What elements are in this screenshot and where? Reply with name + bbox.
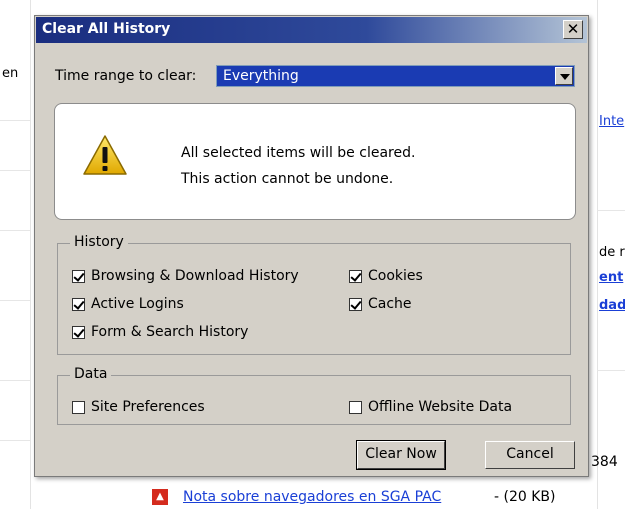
- page-divider: [0, 230, 30, 231]
- page-divider: [0, 440, 30, 441]
- warning-line: This action cannot be undone.: [181, 171, 394, 187]
- page-divider: [0, 300, 30, 301]
- page-text-fragment: en: [2, 66, 19, 81]
- active-logins-option[interactable]: Active Logins: [72, 296, 184, 312]
- data-legend: Data: [70, 366, 112, 382]
- dialog-title-bar[interactable]: Clear All History ✕: [36, 17, 587, 43]
- checkbox[interactable]: [72, 400, 85, 414]
- cookies-option[interactable]: Cookies: [349, 268, 423, 284]
- checkbox[interactable]: [72, 269, 85, 283]
- option-label: Offline Website Data: [368, 399, 513, 415]
- option-label: Active Logins: [91, 296, 184, 312]
- time-range-value: Everything: [223, 68, 299, 84]
- page-divider: [0, 120, 30, 121]
- checkbox[interactable]: [349, 269, 362, 283]
- warning-icon: [83, 135, 127, 175]
- history-legend: History: [70, 234, 128, 250]
- chevron-down-icon[interactable]: [555, 67, 573, 85]
- warning-message: All selected items will be cleared. This…: [181, 140, 415, 192]
- warning-box: All selected items will be cleared. This…: [54, 103, 576, 220]
- page-divider: [30, 0, 31, 509]
- option-label: Browsing & Download History: [91, 268, 299, 284]
- close-icon: ✕: [566, 20, 580, 38]
- page-divider: [597, 0, 598, 509]
- data-group: Data Site Preferences Offline Website Da…: [57, 366, 571, 425]
- warning-line: All selected items will be cleared.: [181, 145, 416, 161]
- page-link[interactable]: ent: [599, 270, 623, 285]
- page-link[interactable]: Nota sobre navegadores en SGA PAC: [183, 489, 441, 505]
- close-button[interactable]: ✕: [563, 20, 583, 39]
- page-divider: [0, 380, 30, 381]
- page-text-fragment: 384: [591, 454, 618, 470]
- checkbox[interactable]: [72, 325, 85, 339]
- pdf-icon: ▲: [152, 489, 168, 505]
- checkbox[interactable]: [349, 297, 362, 311]
- offline-website-data-option[interactable]: Offline Website Data: [349, 399, 512, 415]
- cancel-button[interactable]: Cancel: [485, 441, 575, 469]
- page-divider: [0, 170, 30, 171]
- page-text-fragment: de r: [599, 245, 625, 260]
- option-label: Site Preferences: [91, 399, 205, 415]
- site-preferences-option[interactable]: Site Preferences: [72, 399, 205, 415]
- option-label: Cookies: [368, 268, 423, 284]
- checkbox[interactable]: [72, 297, 85, 311]
- clear-now-button[interactable]: Clear Now: [356, 440, 446, 470]
- option-label: Cache: [368, 296, 412, 312]
- option-label: Form & Search History: [91, 324, 249, 340]
- cache-option[interactable]: Cache: [349, 296, 412, 312]
- dialog-title: Clear All History: [42, 21, 171, 37]
- clear-history-dialog: Clear All History ✕ Time range to clear:…: [34, 15, 589, 477]
- page-link[interactable]: dade: [599, 298, 625, 313]
- page-link[interactable]: Inte: [599, 114, 624, 129]
- page-divider: [597, 210, 625, 211]
- file-size-text: - (20 KB): [494, 489, 556, 505]
- browsing-download-history-option[interactable]: Browsing & Download History: [72, 268, 299, 284]
- page-divider: [597, 370, 625, 371]
- time-range-label: Time range to clear:: [55, 68, 197, 84]
- checkbox[interactable]: [349, 400, 362, 414]
- form-search-history-option[interactable]: Form & Search History: [72, 324, 248, 340]
- history-group: History Browsing & Download History Cook…: [57, 234, 571, 355]
- time-range-select[interactable]: Everything: [216, 65, 575, 87]
